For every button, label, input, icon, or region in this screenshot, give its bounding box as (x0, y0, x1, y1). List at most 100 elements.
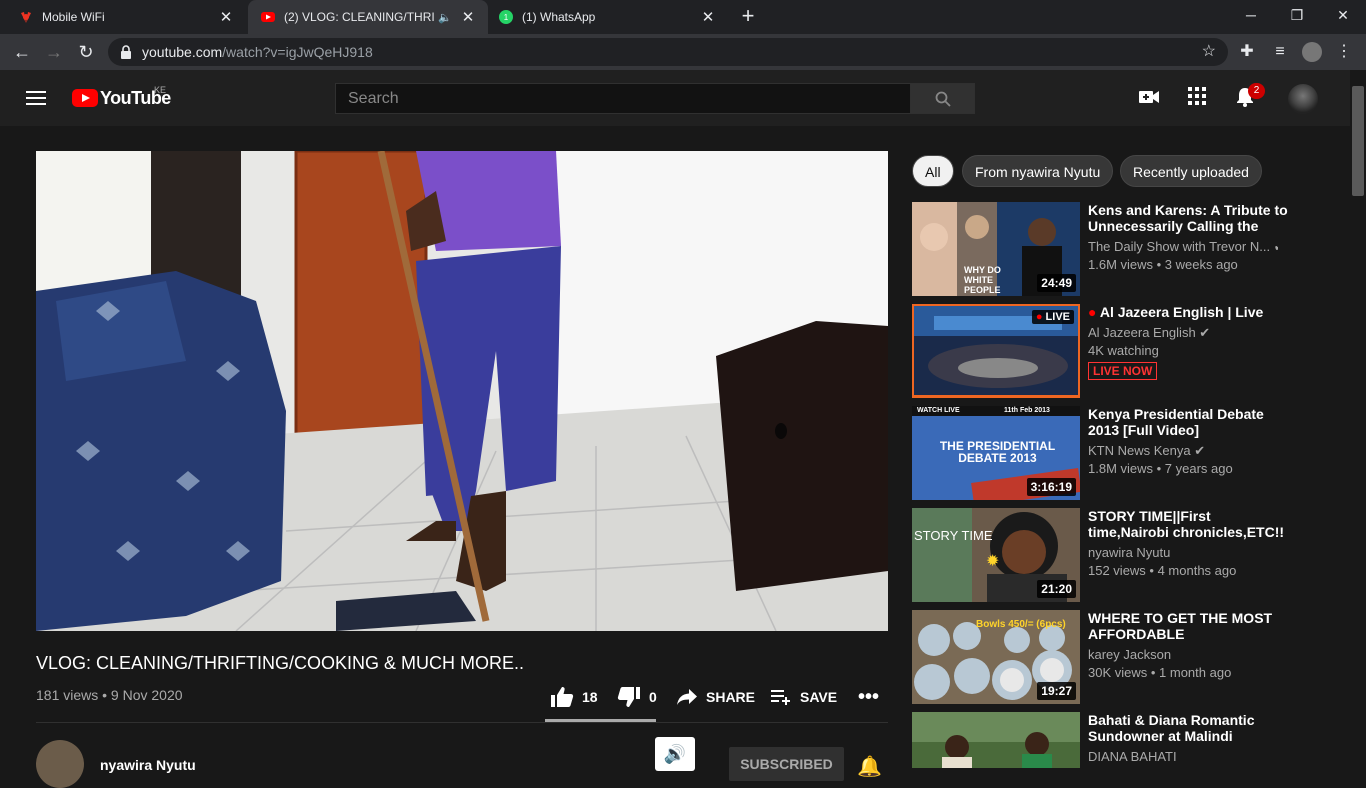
verified-icon: ✔ (1194, 443, 1206, 458)
address-bar[interactable]: youtube.com/watch?v=igJwQeHJ918 ☆ (108, 38, 1228, 66)
chip-recently-uploaded[interactable]: Recently uploaded (1120, 155, 1262, 187)
tab-mobile-wifi[interactable]: Mobile WiFi ✕ (0, 0, 246, 34)
browser-toolbar: ← → ↻ youtube.com/watch?v=igJwQeHJ918 ☆ … (0, 34, 1366, 70)
volume-icon[interactable]: 🔊 (655, 737, 695, 771)
recommendation-title: WHERE TO GET THE MOST AFFORDABLE KITCHEN… (1088, 610, 1273, 642)
video-player[interactable] (36, 151, 888, 631)
recommendation-meta: 4K watching (1088, 343, 1159, 358)
like-count: 18 (582, 689, 598, 705)
like-button[interactable]: 18 (550, 686, 598, 708)
scrollbar-thumb[interactable] (1352, 86, 1364, 196)
back-button[interactable]: ← (10, 40, 34, 64)
recommendation-item[interactable]: ✹ STORY TIME 21:20 STORY TIME||First tim… (912, 508, 1342, 602)
reload-button[interactable]: ↻ (74, 40, 98, 64)
thumbs-down-icon (617, 687, 640, 707)
close-window-button[interactable]: ✕ (1320, 0, 1366, 34)
subscribed-button[interactable]: SUBSCRIBED (729, 747, 844, 781)
page-scrollbar[interactable] (1350, 70, 1366, 768)
channel-bell-icon[interactable]: 🔔 (857, 754, 882, 779)
notification-count-badge: 2 (1248, 83, 1265, 99)
video-frame (36, 151, 888, 631)
browser-menu-icon[interactable]: ⋮ (1334, 42, 1354, 62)
recommendation-channel: The Daily Show with Trevor N... ✔ (1088, 239, 1278, 255)
svg-text:✹: ✹ (986, 553, 999, 570)
verified-icon: ✔ (1199, 325, 1211, 340)
tab-whatsapp[interactable]: 1 (1) WhatsApp ✕ (488, 0, 728, 34)
thumbnail-date: 11th Feb 2013 (1004, 407, 1050, 414)
huawei-icon (21, 11, 31, 23)
youtube-icon (261, 12, 275, 22)
lock-icon (121, 45, 131, 59)
minimize-window-button[interactable]: ─ (1228, 0, 1274, 34)
recommendation-item[interactable]: ● LIVE ● Al Jazeera English | Live Al Ja… (912, 304, 1342, 398)
youtube-play-icon (72, 89, 98, 107)
recommendation-title: ● Al Jazeera English | Live (1088, 304, 1288, 320)
channel-name[interactable]: nyawira Nyutu (100, 757, 196, 773)
recommendation-title: STORY TIME||First time,Nairobi chronicle… (1088, 508, 1285, 540)
recommendation-item[interactable]: WATCH LIVE 11th Feb 2013 THE PRESIDENTIA… (912, 406, 1342, 500)
recommendation-channel: Al Jazeera English ✔ (1088, 325, 1278, 341)
search-icon (935, 91, 951, 107)
recommendation-item[interactable]: Bahati & Diana Romantic Sundowner at Mal… (912, 712, 1342, 768)
share-button[interactable]: SHARE (676, 686, 755, 708)
recommendation-title: Kenya Presidential Debate 2013 [Full Vid… (1088, 406, 1264, 438)
apps-grid-icon[interactable] (1185, 87, 1209, 111)
live-label: LIVE (1045, 311, 1070, 323)
search-input[interactable]: Search (335, 83, 911, 114)
youtube-logo[interactable]: YouTube KE (72, 85, 171, 109)
tab-title: (1) WhatsApp (522, 10, 596, 24)
video-duration: 19:27 (1037, 682, 1076, 700)
search-button[interactable] (910, 83, 975, 114)
save-button[interactable]: SAVE (770, 686, 837, 708)
thumbnail-text: WHY DO WHITE PEOPLE KEEP CALLING THE COP… (964, 265, 1001, 296)
restore-window-button[interactable]: ❐ (1274, 0, 1320, 34)
share-icon (677, 689, 697, 705)
create-video-icon[interactable] (1137, 87, 1161, 111)
new-tab-button[interactable]: + (736, 5, 760, 29)
svg-text:1: 1 (504, 13, 509, 22)
account-avatar[interactable] (1288, 84, 1318, 114)
thumbnail-text: Bowls 450/= (6pcs) (976, 619, 1066, 630)
save-label: SAVE (800, 689, 838, 705)
chip-from-channel[interactable]: From nyawira Nyutu (962, 155, 1114, 187)
video-views-date: 181 views • 9 Nov 2020 (36, 687, 183, 703)
video-thumbnail (912, 712, 1080, 768)
live-badge: ● LIVE (1031, 310, 1074, 324)
dislike-button[interactable]: 0 (617, 686, 657, 708)
channel-label: Al Jazeera English (1088, 325, 1196, 340)
whatsapp-icon: 1 (499, 10, 513, 24)
guide-menu-icon[interactable] (26, 91, 46, 105)
video-duration: 21:20 (1037, 580, 1076, 598)
close-tab-icon[interactable]: ✕ (214, 8, 238, 26)
media-queue-icon[interactable]: ≡ (1270, 42, 1290, 62)
recommendation-meta: 1.6M views • 3 weeks ago (1088, 257, 1238, 272)
dislike-count: 0 (649, 689, 657, 705)
channel-label: KTN News Kenya (1088, 443, 1191, 458)
recommendation-meta: 30K views • 1 month ago (1088, 665, 1232, 680)
youtube-masthead: YouTube KE Search 2 (0, 70, 1350, 126)
browser-tab-strip: Mobile WiFi ✕ (2) VLOG: CLEANING/THRIFT … (0, 0, 1366, 34)
tab-title: (2) VLOG: CLEANING/THRIFT (284, 10, 435, 24)
more-actions-icon[interactable]: ••• (858, 686, 879, 708)
speaker-icon[interactable]: 🔈 (438, 11, 452, 24)
video-duration: 24:49 (1037, 274, 1076, 292)
close-tab-icon[interactable]: ✕ (456, 8, 480, 26)
video-thumbnail: WHY DO WHITE PEOPLE KEEP CALLING THE COP… (912, 202, 1080, 296)
thumbnail-watch-live: WATCH LIVE (917, 407, 960, 414)
recommendation-meta: 152 views • 4 months ago (1088, 563, 1237, 578)
extensions-icon[interactable]: ✚ (1237, 42, 1257, 62)
video-title: VLOG: CLEANING/THRIFTING/COOKING & MUCH … (36, 653, 525, 673)
recommendation-item[interactable]: WHY DO WHITE PEOPLE KEEP CALLING THE COP… (912, 202, 1342, 296)
recommendation-channel: nyawira Nyutu (1088, 545, 1171, 560)
close-tab-icon[interactable]: ✕ (696, 8, 720, 26)
video-thumbnail: ✹ STORY TIME 21:20 (912, 508, 1080, 602)
verified-icon: ✔ (1274, 239, 1278, 254)
chip-all[interactable]: All (912, 155, 954, 187)
recommendation-channel: DIANA BAHATI (1088, 749, 1177, 764)
channel-avatar[interactable] (36, 740, 84, 788)
profile-avatar-icon[interactable] (1302, 42, 1322, 62)
bookmark-star-icon[interactable]: ☆ (1202, 38, 1216, 66)
recommendation-item[interactable]: Bowls 450/= (6pcs) 19:27 WHERE TO GET TH… (912, 610, 1342, 704)
forward-button[interactable]: → (42, 40, 66, 64)
tab-youtube-video[interactable]: (2) VLOG: CLEANING/THRIFT 🔈 ✕ (248, 0, 488, 34)
